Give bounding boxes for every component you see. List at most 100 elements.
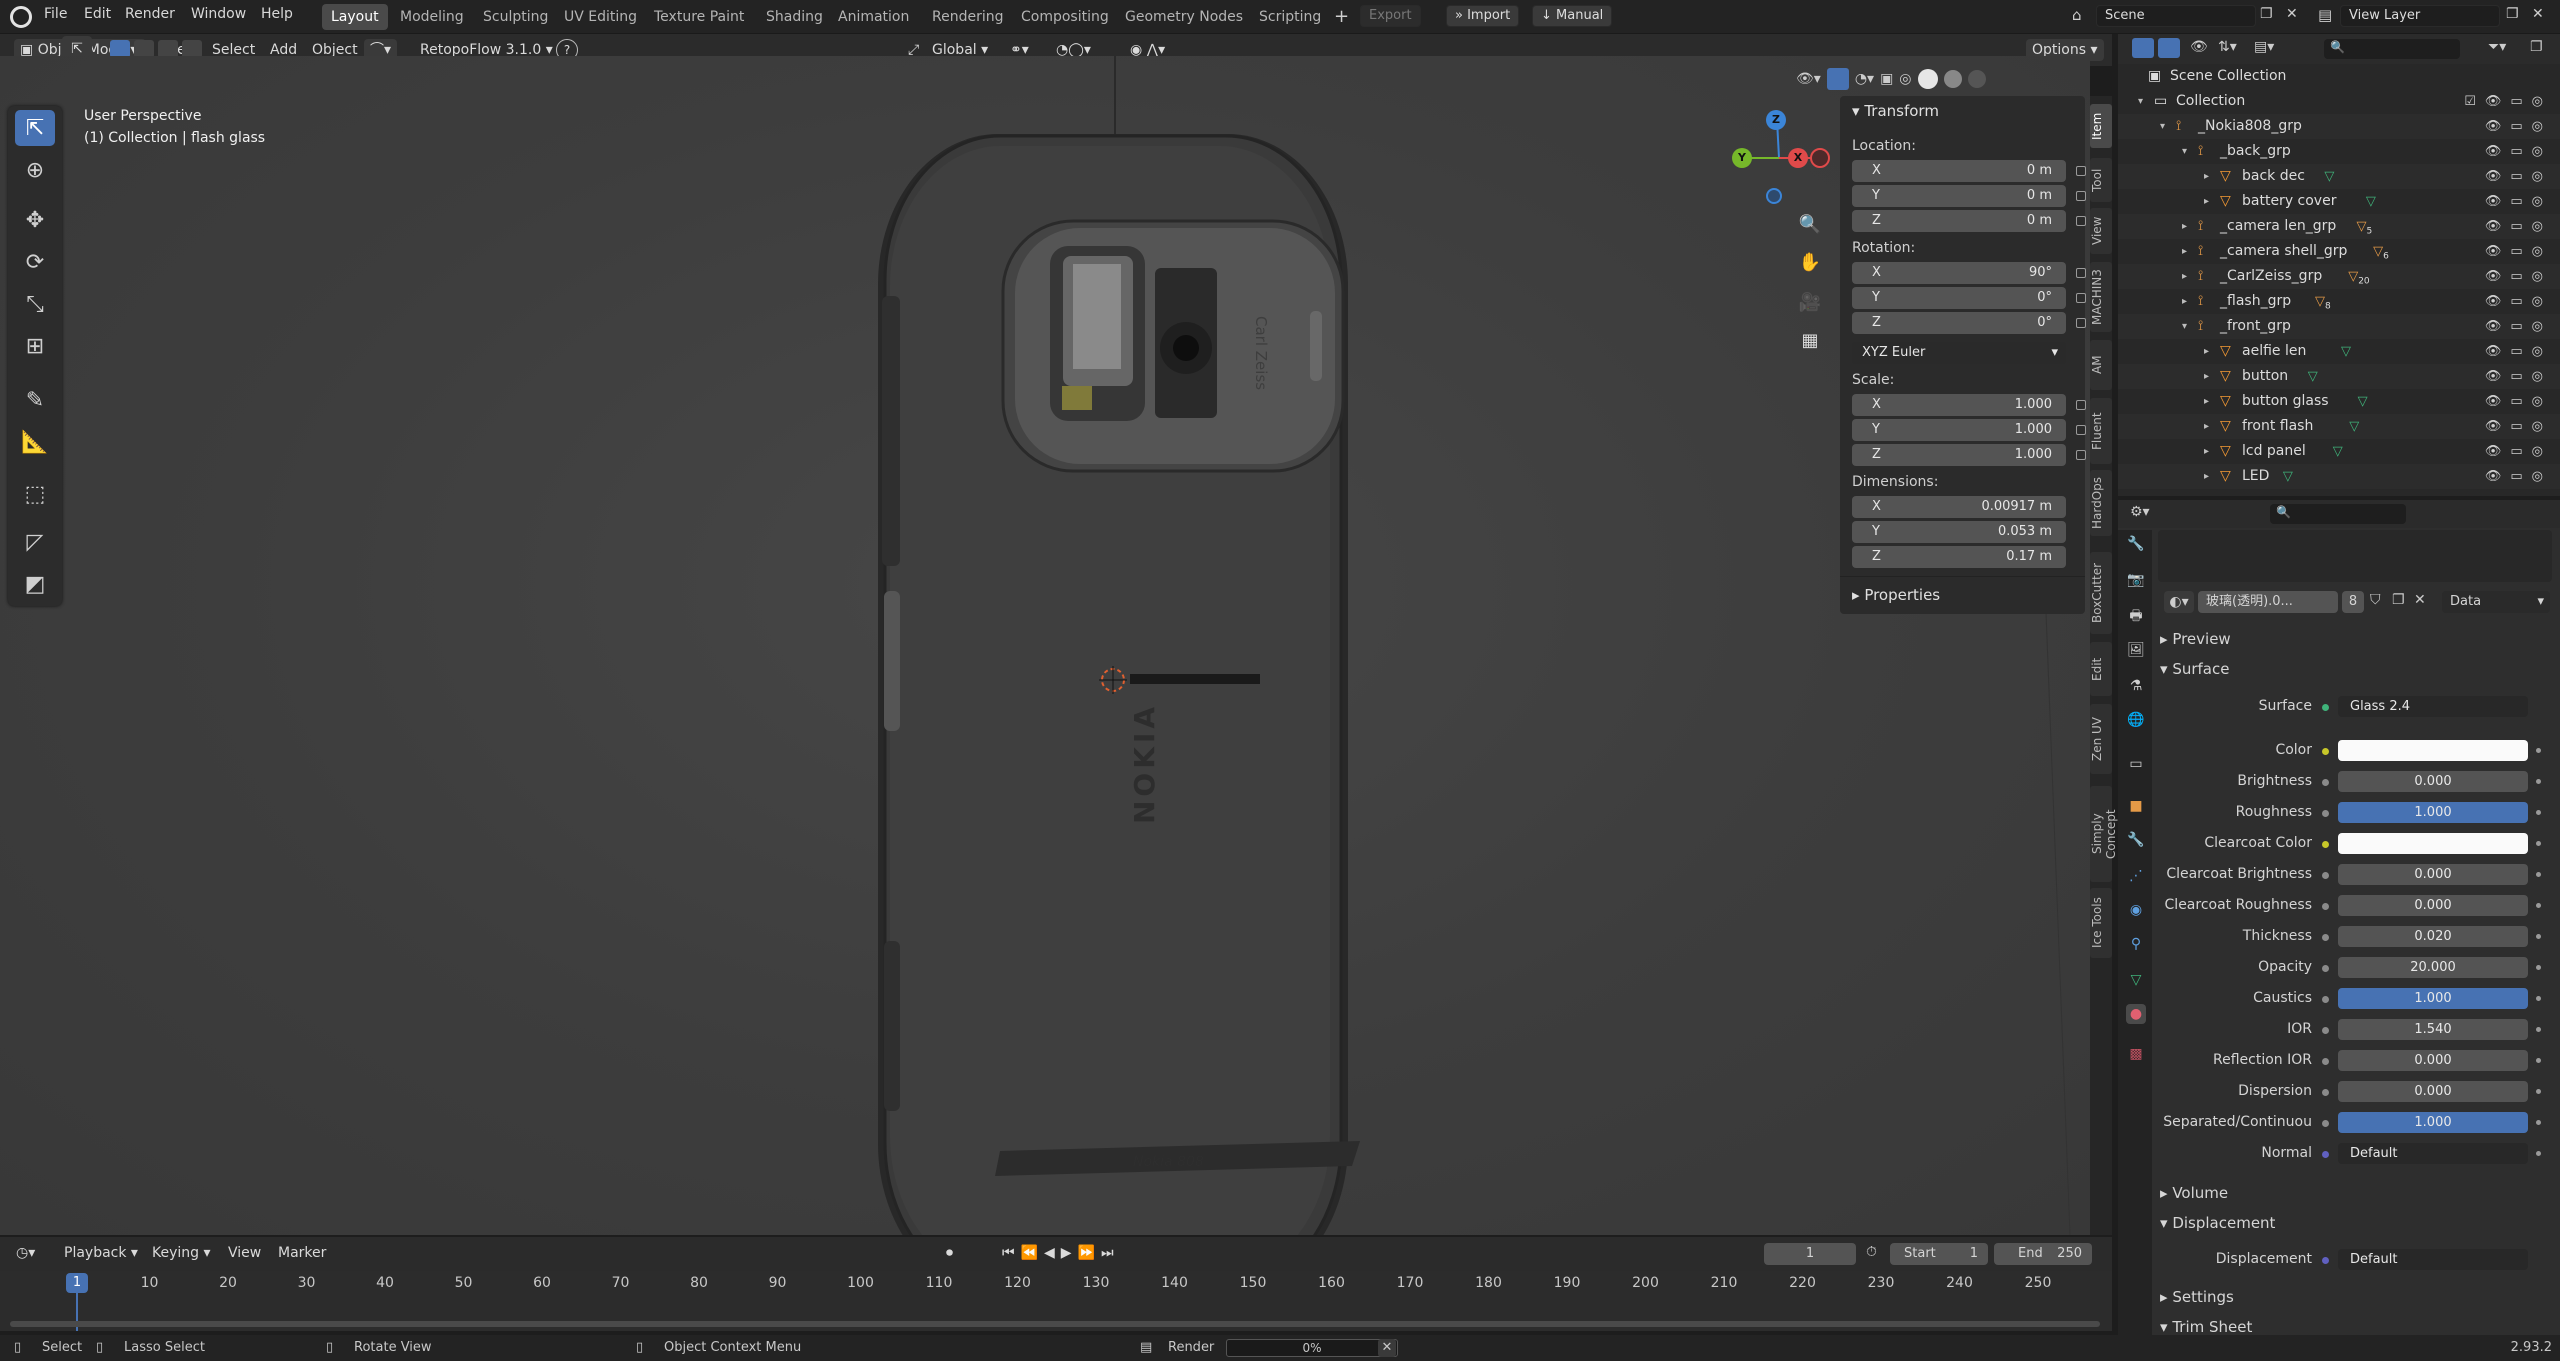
timeline[interactable]: 10 20 30 40 50 60 70 80 90 100 110 120 130 140 150 160 1… [0, 1271, 2112, 1331]
input-field[interactable]: 1.000 [2338, 988, 2528, 1009]
link-select[interactable]: Data ▾ [2442, 591, 2550, 613]
particles-tab-icon[interactable]: ⋰ [2126, 866, 2146, 886]
keyframe-icon[interactable] [2536, 1120, 2541, 1125]
displacement-field[interactable]: Default [2338, 1249, 2528, 1270]
sidebar-tab-zen-uv[interactable]: Zen UV [2090, 704, 2112, 774]
new-view-layer-icon[interactable]: ❐ [2506, 6, 2519, 22]
scale-y-field[interactable]: Y 1.000 [1852, 419, 2066, 441]
gizmo-y-axis[interactable]: Y [1732, 148, 1752, 168]
menu-window[interactable]: Window [191, 6, 246, 22]
measure-tool-icon[interactable]: 📐 [15, 424, 55, 460]
rotation-mode-select[interactable]: XYZ Euler ▾ [1852, 342, 2066, 364]
input-field[interactable]: 0.000 [2338, 771, 2528, 792]
view-layer-tab-icon[interactable]: 🖼 [2126, 640, 2146, 660]
output-tab-icon[interactable]: 🖶 [2126, 606, 2146, 626]
input-field[interactable] [2338, 833, 2528, 854]
outliner-editor-icon[interactable] [2132, 38, 2154, 58]
lock-icon[interactable] [2076, 216, 2086, 226]
expand-toggle-icon[interactable]: ▸ [2182, 214, 2187, 239]
sidebar-tab-edit[interactable]: Edit [2090, 642, 2112, 696]
tab-layout[interactable]: Layout [322, 4, 388, 30]
mesh-data-icon[interactable]: ▽ [2308, 364, 2318, 389]
sidebar-tab-tool[interactable]: Tool [2090, 158, 2112, 202]
sidebar-tab-machin3[interactable]: MACHIN3 [2090, 262, 2112, 332]
filter-icon[interactable]: ⏷▾ [2488, 39, 2506, 55]
expand-toggle-icon[interactable]: ▸ [2204, 164, 2209, 189]
extra-tool-icon[interactable]: ◩ [15, 566, 55, 602]
expand-toggle-icon[interactable]: ▸ [2204, 364, 2209, 389]
modifier-tab-icon[interactable]: 🔧 [2126, 830, 2146, 850]
keyframe-icon[interactable] [2536, 1027, 2541, 1032]
view-layer-icon[interactable]: ▤ [2318, 6, 2332, 24]
lock-icon[interactable] [2076, 268, 2086, 278]
sidebar-tab-view[interactable]: View [2090, 208, 2112, 254]
expand-toggle-icon[interactable]: ▸ [2204, 189, 2209, 214]
new-scene-icon[interactable]: ❐ [2260, 6, 2273, 22]
rendered-shading-icon[interactable] [1967, 70, 1986, 88]
overlay-toggle-icon[interactable]: ◔▾ [1855, 71, 1874, 87]
phone-model[interactable] [878, 134, 1360, 1235]
visibility-toggles[interactable]: 👁▭◎ [2485, 114, 2552, 139]
lock-icon[interactable] [2076, 166, 2086, 176]
data-tab-icon[interactable]: ▽ [2126, 970, 2146, 990]
add-cube-tool-icon[interactable]: ⬚ [15, 476, 55, 512]
scene-tab-icon[interactable]: ⚗ [2126, 676, 2146, 696]
playhead[interactable]: 1 [66, 1273, 88, 1293]
select-tool-icon[interactable]: ⇱ [15, 110, 55, 146]
tool-tab-icon[interactable]: 🔧 [2126, 534, 2146, 554]
physics-tab-icon[interactable]: ◉ [2126, 900, 2146, 920]
visibility-toggles[interactable]: 👁▭◎ [2485, 464, 2552, 489]
transform-header[interactable]: ▾ Transform [1852, 102, 1939, 120]
keyframe-icon[interactable] [2536, 965, 2541, 970]
expand-toggle-icon[interactable]: ▾ [2182, 139, 2187, 164]
new-collection-icon[interactable]: ❐ [2530, 39, 2543, 55]
surface-shader-field[interactable]: Glass 2.4 [2338, 696, 2528, 717]
outliner-row-scene-collection[interactable]: ▣ Scene Collection [2118, 64, 2560, 89]
tab-animation[interactable]: Animation [829, 4, 918, 30]
properties-header[interactable]: ▸ Properties [1852, 586, 1940, 604]
material-browse-icon[interactable]: ◐▾ [2164, 591, 2194, 613]
input-field[interactable]: 1.540 [2338, 1019, 2528, 1040]
tab-geometry-nodes[interactable]: Geometry Nodes [1116, 4, 1252, 30]
visibility-toggles[interactable]: 👁▭◎ [2485, 339, 2552, 364]
playback-menu[interactable]: Playback ▾ [58, 1242, 144, 1264]
outliner-row[interactable]: ▸ ▽ battery cover ▽ 👁▭◎ [2118, 189, 2560, 214]
input-field[interactable]: 0.000 [2338, 1081, 2528, 1102]
visibility-toggles[interactable]: 👁▭◎ [2485, 239, 2552, 264]
input-field[interactable]: 0.000 [2338, 864, 2528, 885]
sort-icon[interactable]: ⇅▾ [2218, 39, 2237, 55]
view-type-icon[interactable]: ▤▾ [2254, 39, 2274, 55]
cancel-render-icon[interactable]: ✕ [1378, 1339, 1396, 1357]
rotation-y-field[interactable]: Y 0° [1852, 287, 2066, 309]
zoom-icon[interactable]: 🔍 [1797, 212, 1823, 238]
keyframe-icon[interactable] [2536, 903, 2541, 908]
render-tab-icon[interactable]: 📷 [2126, 570, 2146, 590]
outliner-row[interactable]: ▾ ⟟ _front_grp 👁▭◎ [2118, 314, 2560, 339]
gizmo-z-axis[interactable]: Z [1766, 110, 1786, 130]
constraints-tab-icon[interactable]: ⚲ [2126, 934, 2146, 954]
keyframe-icon[interactable] [2536, 841, 2541, 846]
preview-section[interactable]: ▸ Preview [2160, 630, 2231, 648]
expand-toggle-icon[interactable]: ▸ [2182, 289, 2187, 314]
menu-render[interactable]: Render [125, 6, 175, 22]
scene-icon[interactable]: ⌂ [2072, 6, 2082, 24]
lock-icon[interactable] [2076, 191, 2086, 201]
mesh-data-icon[interactable]: ▽ [2366, 189, 2376, 214]
view-layer-field[interactable]: View Layer [2340, 5, 2500, 27]
tab-uv-editing[interactable]: UV Editing [555, 4, 646, 30]
gizmo-neg-x[interactable] [1810, 148, 1830, 168]
scale-z-field[interactable]: Z 1.000 [1852, 444, 2066, 466]
lock-icon[interactable] [2076, 318, 2086, 328]
keyframe-icon[interactable] [2536, 996, 2541, 1001]
scale-tool-icon[interactable]: ⤡ [15, 286, 55, 322]
export-button[interactable]: Export [1360, 5, 1421, 27]
tab-compositing[interactable]: Compositing [1012, 4, 1118, 30]
expand-toggle-icon[interactable]: ▸ [2204, 339, 2209, 364]
timeline-view-menu[interactable]: View [222, 1242, 267, 1264]
location-x-field[interactable]: X 0 m [1852, 160, 2066, 182]
shear-tool-icon[interactable]: ◸ [15, 524, 55, 560]
fake-user-icon[interactable]: ⛉ [2370, 592, 2381, 608]
outliner-row[interactable]: ▸ ▽ lcd panel ▽ 👁▭◎ [2118, 439, 2560, 464]
outliner-row[interactable]: ▸ ⟟ _camera len_grp ▽5 👁▭◎ [2118, 214, 2560, 239]
outliner-row[interactable]: ▸ ▽ button glass ▽ 👁▭◎ [2118, 389, 2560, 414]
